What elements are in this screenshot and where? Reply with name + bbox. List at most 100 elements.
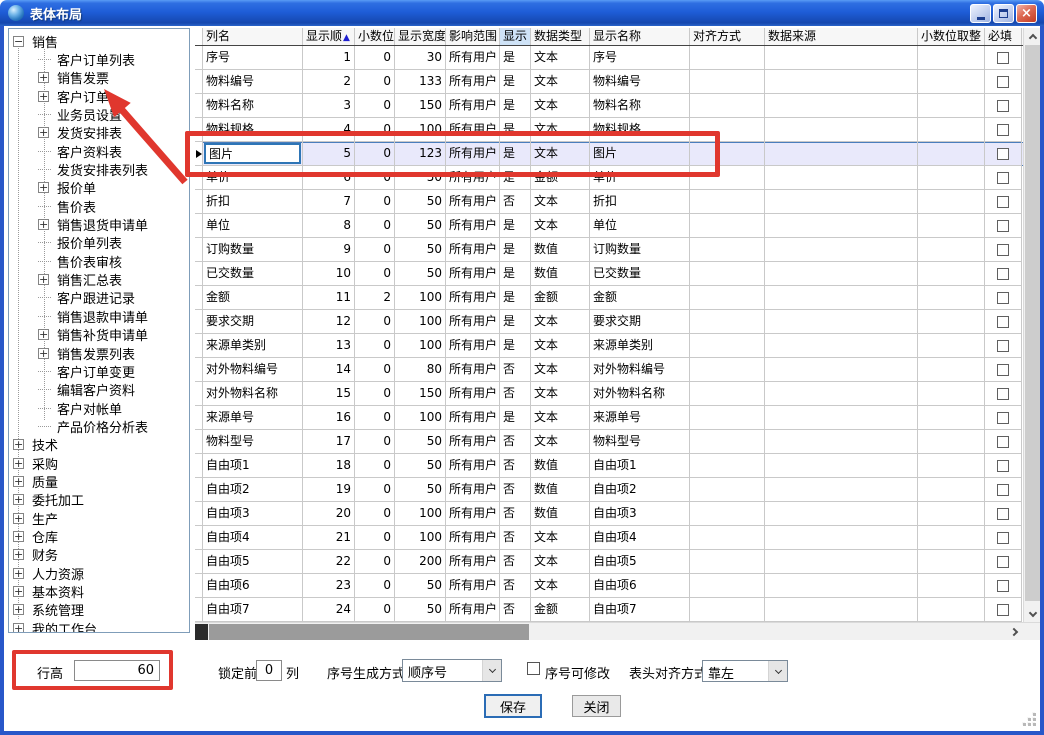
cell-width[interactable]: 50: [395, 598, 446, 622]
cell-required[interactable]: [985, 454, 1022, 478]
expand-icon[interactable]: +: [13, 623, 24, 633]
cell-align[interactable]: [690, 46, 765, 70]
cell-decimals[interactable]: 0: [355, 454, 395, 478]
expand-icon[interactable]: +: [13, 476, 24, 487]
grid-row[interactable]: 单位8050所有用户是文本单位: [195, 214, 1040, 238]
grid-row[interactable]: 物料名称30150所有用户是文本物料名称: [195, 94, 1040, 118]
tree-item[interactable]: 编辑客户资料: [9, 381, 189, 399]
cell-source[interactable]: [765, 262, 918, 286]
tree-item[interactable]: +技术: [9, 436, 189, 454]
cell-required[interactable]: [985, 430, 1022, 454]
cell-display[interactable]: 物料名称: [590, 94, 690, 118]
cell-show[interactable]: 否: [500, 190, 531, 214]
cell-display[interactable]: 序号: [590, 46, 690, 70]
cell-scope[interactable]: 所有用户: [446, 454, 500, 478]
cell-type[interactable]: 文本: [531, 310, 590, 334]
cell-type[interactable]: 文本: [531, 430, 590, 454]
tree-item[interactable]: 报价单列表: [9, 234, 189, 252]
grid-row[interactable]: 自由项4210100所有用户否文本自由项4: [195, 526, 1040, 550]
minimize-button[interactable]: [970, 4, 991, 23]
cell-display[interactable]: 单价: [590, 166, 690, 190]
expand-icon[interactable]: +: [38, 127, 49, 138]
cell-name[interactable]: 自由项4: [203, 526, 303, 550]
expand-icon[interactable]: +: [38, 91, 49, 102]
cell-decimals[interactable]: 0: [355, 238, 395, 262]
cell-name[interactable]: 金额: [203, 286, 303, 310]
required-checkbox[interactable]: [997, 340, 1009, 352]
cell-order[interactable]: 21: [303, 526, 355, 550]
cell-decimals[interactable]: 0: [355, 70, 395, 94]
cell-round[interactable]: [918, 262, 985, 286]
cell-source[interactable]: [765, 70, 918, 94]
cell-scope[interactable]: 所有用户: [446, 238, 500, 262]
cell-decimals[interactable]: 2: [355, 286, 395, 310]
cell-align[interactable]: [690, 382, 765, 406]
cell-show[interactable]: 是: [500, 70, 531, 94]
grid-row[interactable]: 单价6050所有用户是金额单价: [195, 166, 1040, 190]
cell-round[interactable]: [918, 598, 985, 622]
cell-align[interactable]: [690, 118, 765, 142]
expand-icon[interactable]: +: [38, 182, 49, 193]
cell-width[interactable]: 200: [395, 550, 446, 574]
cell-align[interactable]: [690, 334, 765, 358]
cell-order[interactable]: 19: [303, 478, 355, 502]
cell-order[interactable]: 16: [303, 406, 355, 430]
cell-editor[interactable]: 图片: [204, 143, 301, 164]
header-align-dropdown-button[interactable]: [768, 661, 787, 681]
cell-source[interactable]: [765, 478, 918, 502]
cell-show[interactable]: 否: [500, 502, 531, 526]
cell-source[interactable]: [765, 430, 918, 454]
cell-display[interactable]: 物料型号: [590, 430, 690, 454]
cell-order[interactable]: 14: [303, 358, 355, 382]
cell-width[interactable]: 100: [395, 310, 446, 334]
cell-decimals[interactable]: 0: [355, 94, 395, 118]
cell-round[interactable]: [918, 334, 985, 358]
tree-item[interactable]: +报价单: [9, 179, 189, 197]
cell-show[interactable]: 否: [500, 430, 531, 454]
cell-source[interactable]: [765, 238, 918, 262]
cell-decimals[interactable]: 0: [355, 46, 395, 70]
cell-required[interactable]: [985, 478, 1022, 502]
cell-align[interactable]: [690, 142, 765, 166]
cell-scope[interactable]: 所有用户: [446, 382, 500, 406]
grid-row[interactable]: 物料编号20133所有用户是文本物料编号: [195, 70, 1040, 94]
column-header-show[interactable]: 显示: [500, 28, 531, 45]
cell-required[interactable]: [985, 382, 1022, 406]
cell-align[interactable]: [690, 70, 765, 94]
grid-row[interactable]: 已交数量10050所有用户是数值已交数量: [195, 262, 1040, 286]
scroll-up-button[interactable]: [1024, 28, 1041, 45]
tree-item[interactable]: +财务: [9, 546, 189, 564]
cell-source[interactable]: [765, 598, 918, 622]
tree-item[interactable]: 业务员设置: [9, 105, 189, 123]
cell-required[interactable]: [985, 550, 1022, 574]
cell-type[interactable]: 文本: [531, 214, 590, 238]
cell-show[interactable]: 否: [500, 550, 531, 574]
cell-width[interactable]: 50: [395, 166, 446, 190]
cell-name[interactable]: 订购数量: [203, 238, 303, 262]
scroll-right-button[interactable]: [1006, 623, 1023, 640]
tree-item[interactable]: −销售: [9, 32, 189, 50]
cell-scope[interactable]: 所有用户: [446, 262, 500, 286]
cell-align[interactable]: [690, 358, 765, 382]
grid-row[interactable]: 物料型号17050所有用户否文本物料型号: [195, 430, 1040, 454]
cell-round[interactable]: [918, 550, 985, 574]
cell-display[interactable]: 折扣: [590, 190, 690, 214]
column-header-round[interactable]: 小数位取整: [918, 28, 985, 45]
cell-source[interactable]: [765, 502, 918, 526]
cell-round[interactable]: [918, 310, 985, 334]
cell-round[interactable]: [918, 286, 985, 310]
row-height-input[interactable]: [74, 660, 160, 681]
cell-align[interactable]: [690, 502, 765, 526]
cell-decimals[interactable]: 0: [355, 166, 395, 190]
tree-item[interactable]: +发货安排表: [9, 124, 189, 142]
expand-icon[interactable]: +: [38, 348, 49, 359]
column-header-name[interactable]: 列名: [203, 28, 303, 45]
required-checkbox[interactable]: [997, 52, 1009, 64]
cell-round[interactable]: [918, 358, 985, 382]
cell-width[interactable]: 80: [395, 358, 446, 382]
cell-width[interactable]: 150: [395, 94, 446, 118]
cell-round[interactable]: [918, 214, 985, 238]
cell-width[interactable]: 150: [395, 382, 446, 406]
required-checkbox[interactable]: [997, 172, 1009, 184]
cell-type[interactable]: 文本: [531, 142, 590, 166]
